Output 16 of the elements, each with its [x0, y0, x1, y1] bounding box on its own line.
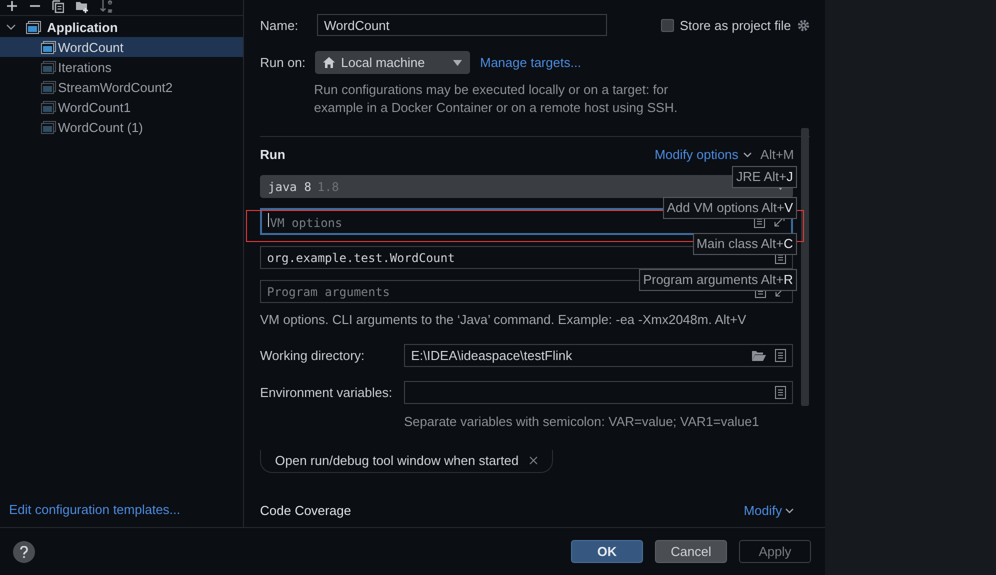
field-label: Run on:	[260, 55, 307, 70]
section-title: Run	[260, 147, 286, 162]
shortcut-tooltip: JRE Alt+J	[732, 166, 797, 188]
hint-text: Separate variables with semicolon: VAR=value; VAR1=value1	[404, 413, 760, 431]
checkbox-label: Store as project file	[680, 18, 791, 32]
shortcut-tooltip: Add VM options Alt+V	[662, 197, 797, 219]
field-label: Environment variables:	[260, 385, 394, 400]
description-text: Run configurations may be executed locally or on a target: for example in a Docker Container or on a remote host using SSH.	[314, 81, 678, 117]
section-title: Code Coverage	[260, 503, 352, 518]
shortcut-text: Alt+M	[760, 147, 794, 162]
shortcut-tooltip: Main class Alt+C	[692, 233, 797, 255]
option-chip: Open run/debug tool window when started	[260, 450, 553, 473]
hint-text: VM options. CLI arguments to the ‘Java’ command. Example: -ea -Xmx2048m. Alt+V	[260, 311, 748, 329]
field-label: Name:	[260, 18, 300, 32]
field-label: Working directory:	[260, 348, 366, 363]
shortcut-tooltip: Program arguments Alt+R	[639, 269, 797, 291]
